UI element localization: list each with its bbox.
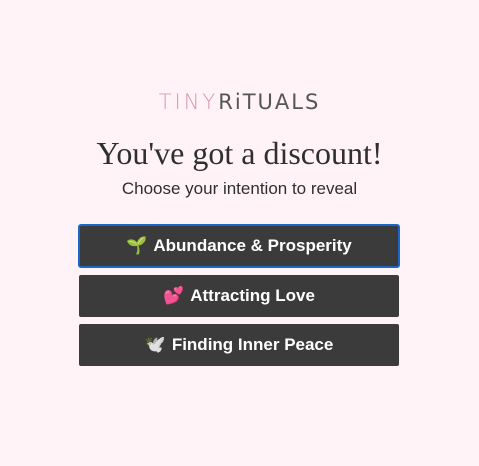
logo-rituals-text: RiTUALS bbox=[218, 90, 321, 114]
discount-popup: TINYRiTUALS You've got a discount! Choos… bbox=[0, 0, 479, 466]
dove-icon: 🕊️ bbox=[144, 335, 166, 354]
two-hearts-icon: 💕 bbox=[163, 286, 185, 305]
option-abundance-prosperity-button[interactable]: 🌱 Abundance & Prosperity bbox=[78, 224, 400, 268]
tiny-rituals-logo: TINYRiTUALS bbox=[0, 89, 479, 115]
option-attracting-love-button[interactable]: 💕 Attracting Love bbox=[79, 275, 399, 317]
option-label: Attracting Love bbox=[190, 286, 315, 305]
option-finding-inner-peace-button[interactable]: 🕊️ Finding Inner Peace bbox=[79, 324, 399, 366]
intention-subhead: Choose your intention to reveal bbox=[121, 179, 358, 198]
logo-tiny-text: TINY bbox=[158, 90, 219, 114]
option-label: Abundance & Prosperity bbox=[153, 236, 352, 255]
seedling-icon: 🌱 bbox=[126, 236, 148, 255]
discount-headline: You've got a discount! bbox=[96, 135, 383, 171]
option-label: Finding Inner Peace bbox=[171, 335, 334, 354]
